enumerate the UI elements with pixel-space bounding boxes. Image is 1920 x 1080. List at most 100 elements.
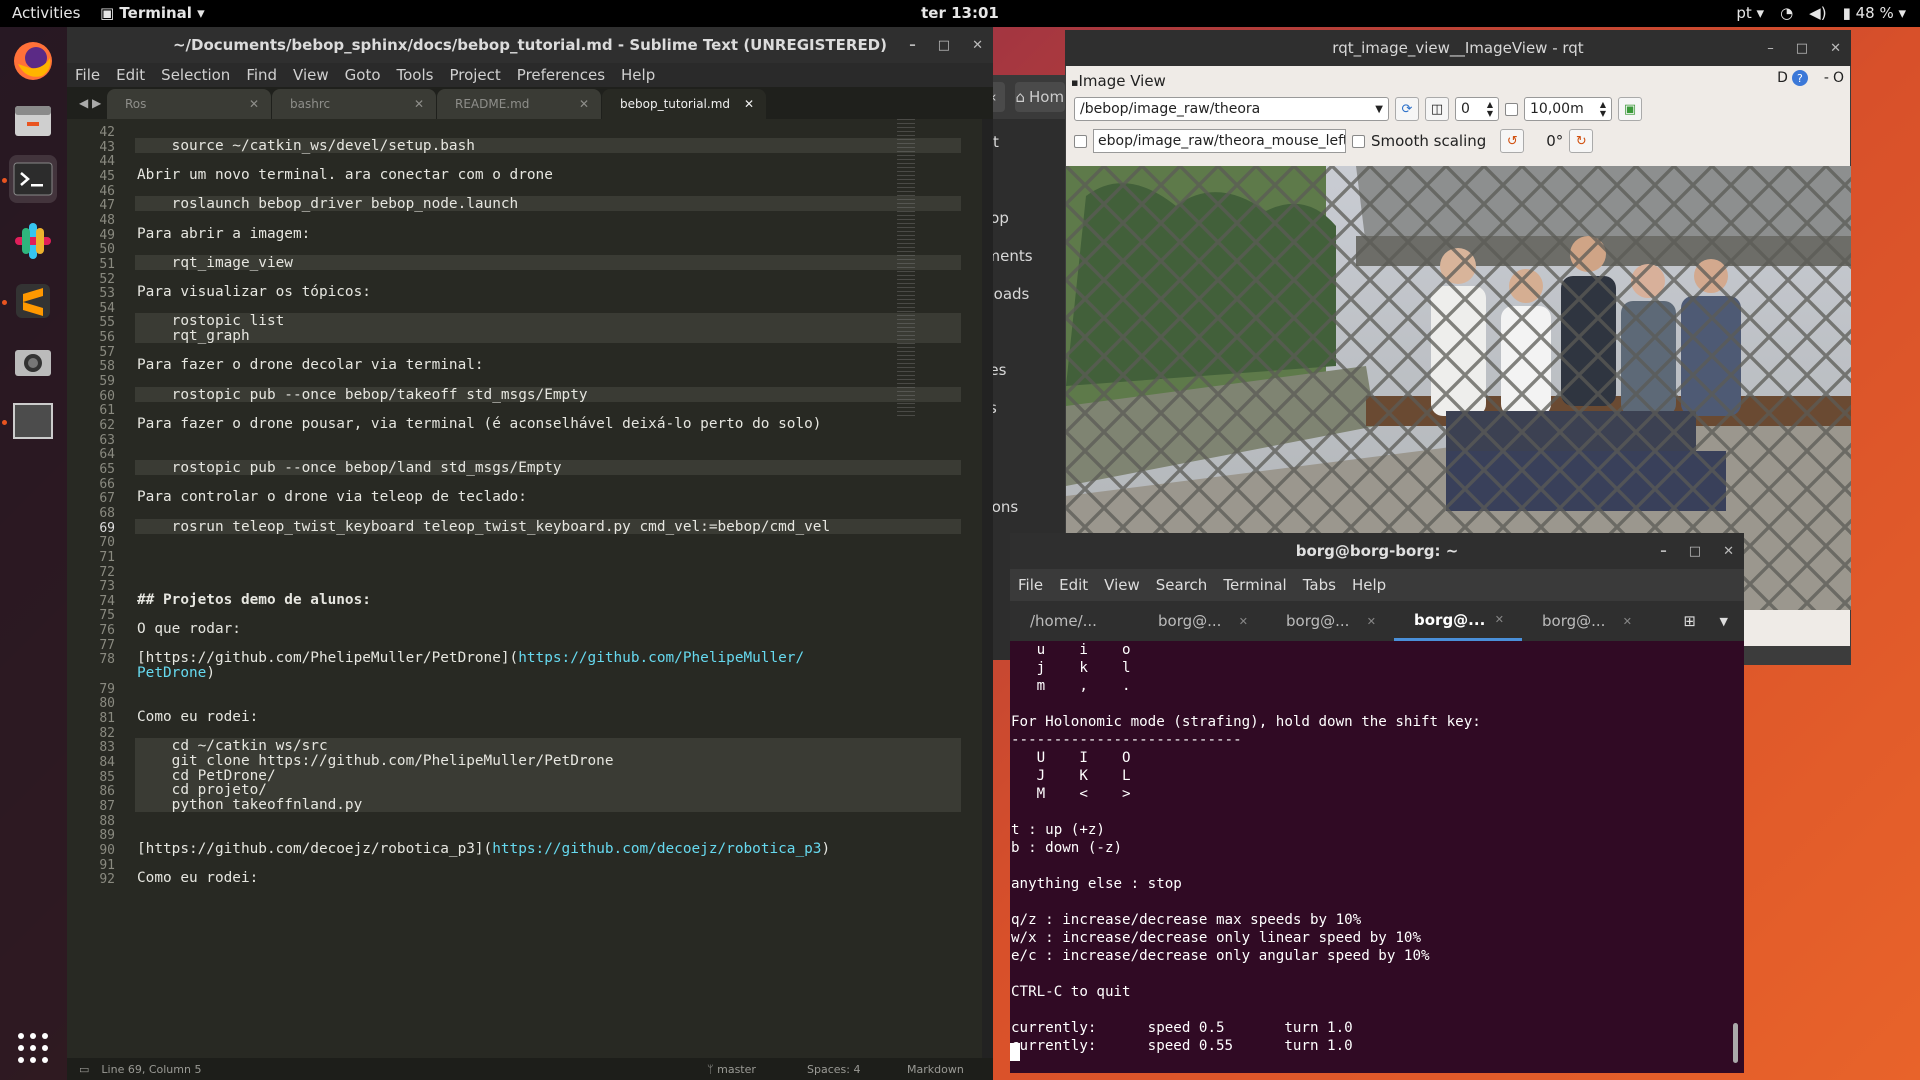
language-indicator[interactable]: pt ▾ bbox=[1736, 4, 1764, 22]
menu-file[interactable]: File bbox=[1010, 576, 1051, 594]
line-number: 83 bbox=[99, 740, 115, 756]
home-crumb[interactable]: ⌂ Hom bbox=[1014, 82, 1065, 112]
new-tab-icon[interactable]: ⊞ bbox=[1683, 612, 1696, 630]
terminal-titlebar[interactable]: borg@borg-borg: ~ – □ ✕ bbox=[1010, 533, 1744, 569]
close-icon[interactable]: ✕ bbox=[1623, 615, 1632, 628]
link-text[interactable]: PetDrone bbox=[137, 665, 206, 681]
app-menu[interactable]: ▣ Terminal ▾ bbox=[100, 4, 205, 22]
maximize-icon[interactable]: □ bbox=[1689, 544, 1701, 559]
close-panel-button[interactable]: O bbox=[1833, 70, 1844, 86]
zoom-spinbox[interactable]: 0 ▲ ▼ bbox=[1455, 97, 1499, 121]
close-icon[interactable]: ✕ bbox=[1830, 41, 1841, 56]
app-grid-icon[interactable] bbox=[9, 1024, 57, 1072]
minimap[interactable] bbox=[897, 119, 915, 419]
tab-arrows-icon[interactable]: ◀ ▶ bbox=[67, 96, 107, 110]
refresh-topics-button[interactable]: ⟳ bbox=[1395, 97, 1419, 121]
publish-click-checkbox[interactable] bbox=[1074, 134, 1087, 148]
screen-icon[interactable] bbox=[9, 397, 57, 445]
indentation[interactable]: Spaces: 4 bbox=[807, 1063, 860, 1076]
zoom-fit-button[interactable]: ◫ bbox=[1425, 97, 1449, 121]
minimize-icon[interactable]: – bbox=[1767, 41, 1774, 56]
menu-view[interactable]: View bbox=[1096, 576, 1148, 594]
close-icon[interactable]: ✕ bbox=[972, 38, 983, 53]
minimize-panel-button[interactable]: - bbox=[1824, 70, 1829, 86]
tab-ros[interactable]: Ros ✕ bbox=[107, 89, 271, 119]
close-icon[interactable]: ✕ bbox=[579, 97, 589, 111]
close-icon[interactable]: ✕ bbox=[249, 97, 259, 111]
menu-help[interactable]: Help bbox=[1344, 576, 1394, 594]
tabs-menu-icon[interactable]: ▼ bbox=[1720, 615, 1728, 628]
battery-indicator[interactable]: ▮ 48 % ▾ bbox=[1843, 4, 1906, 22]
terminal-icon[interactable] bbox=[9, 155, 57, 203]
menu-goto[interactable]: Goto bbox=[337, 66, 389, 84]
activities-button[interactable]: Activities bbox=[12, 4, 80, 22]
menu-tools[interactable]: Tools bbox=[389, 66, 442, 84]
terminal-tab[interactable]: borg@... ✕ bbox=[1394, 601, 1522, 641]
tab-bashrc[interactable]: bashrc ✕ bbox=[272, 89, 436, 119]
terminal-tabbar: /home/... borg@... ✕ borg@... ✕ borg@... ✕ borg… bbox=[1010, 601, 1744, 641]
terminal-tab[interactable]: /home/... bbox=[1010, 601, 1138, 641]
menu-project[interactable]: Project bbox=[441, 66, 508, 84]
window-title: rqt_image_view__ImageView - rqt bbox=[1332, 39, 1584, 57]
menu-find[interactable]: Find bbox=[238, 66, 285, 84]
smooth-scaling-checkbox[interactable] bbox=[1352, 134, 1365, 148]
firefox-icon[interactable] bbox=[9, 37, 57, 85]
line-text: cd PetDrone/ bbox=[137, 767, 276, 784]
menu-view[interactable]: View bbox=[285, 66, 337, 84]
topic-select[interactable]: /bebop/image_raw/theora ▼ bbox=[1074, 97, 1389, 121]
menu-preferences[interactable]: Preferences bbox=[509, 66, 613, 84]
system-tray[interactable]: pt ▾ ◔ ◀) ▮ 48 % ▾ bbox=[1736, 4, 1906, 22]
link-text[interactable]: https://github.com/decoejz/robotica_p3 bbox=[492, 841, 821, 857]
close-icon[interactable]: ✕ bbox=[1723, 544, 1734, 559]
syntax-selector[interactable]: Markdown bbox=[907, 1063, 964, 1076]
terminal-tab[interactable]: borg@... ✕ bbox=[1522, 601, 1650, 641]
tab-bebop-tutorial-md[interactable]: bebop_tutorial.md ✕ bbox=[602, 89, 766, 119]
menu-search[interactable]: Search bbox=[1148, 576, 1216, 594]
close-icon[interactable]: ✕ bbox=[744, 97, 754, 111]
minimize-icon[interactable]: – bbox=[1660, 544, 1667, 559]
terminal-tab[interactable]: borg@... ✕ bbox=[1266, 601, 1394, 641]
save-image-button[interactable]: ▣ bbox=[1618, 97, 1642, 121]
terminal-output[interactable]: u i o j k l m , . For Holonomic mode (st… bbox=[1011, 641, 1481, 1055]
menu-edit[interactable]: Edit bbox=[108, 66, 153, 84]
close-icon[interactable]: ✕ bbox=[1367, 615, 1376, 628]
camera-icon[interactable] bbox=[9, 337, 57, 385]
slack-icon[interactable] bbox=[9, 217, 57, 265]
menu-edit[interactable]: Edit bbox=[1051, 576, 1096, 594]
menu-selection[interactable]: Selection bbox=[153, 66, 238, 84]
clock[interactable]: ter 13:01 bbox=[921, 4, 999, 22]
line-text: [https://github.com/decoejz/robotica_p3]… bbox=[137, 840, 493, 857]
maximize-icon[interactable]: □ bbox=[938, 38, 950, 53]
tab-readme-md[interactable]: README.md ✕ bbox=[437, 89, 601, 119]
close-icon[interactable]: ✕ bbox=[1495, 613, 1504, 626]
dock-button[interactable]: D bbox=[1777, 70, 1788, 86]
dynamic-range-checkbox[interactable] bbox=[1505, 102, 1518, 116]
scrollbar[interactable] bbox=[982, 119, 993, 1079]
mouse-topic-input[interactable]: ebop/image_raw/theora_mouse_left bbox=[1093, 129, 1346, 153]
files-icon[interactable] bbox=[9, 97, 57, 145]
git-branch[interactable]: ᛘ master bbox=[707, 1063, 756, 1076]
menu-help[interactable]: Help bbox=[613, 66, 663, 84]
close-icon[interactable]: ✕ bbox=[414, 97, 424, 111]
panel-toggle-icon[interactable]: ▭ bbox=[79, 1063, 89, 1076]
minimize-icon[interactable]: – bbox=[909, 38, 916, 53]
rotate-left-button[interactable]: ↺ bbox=[1500, 129, 1525, 153]
wifi-icon: ◔ bbox=[1780, 4, 1794, 22]
close-icon[interactable]: ✕ bbox=[1239, 615, 1248, 628]
menu-file[interactable]: File bbox=[67, 66, 108, 84]
line-number: 79 bbox=[99, 681, 115, 697]
terminal-tab[interactable]: borg@... ✕ bbox=[1138, 601, 1266, 641]
max-range-spinbox[interactable]: 10,00m ▲ ▼ bbox=[1524, 97, 1612, 121]
sublime-titlebar[interactable]: ~/Documents/bebop_sphinx/docs/bebop_tuto… bbox=[67, 27, 993, 63]
maximize-icon[interactable]: □ bbox=[1796, 41, 1808, 56]
line-number: 50 bbox=[99, 242, 115, 258]
rotate-right-button[interactable]: ↻ bbox=[1569, 129, 1594, 153]
menu-terminal[interactable]: Terminal bbox=[1215, 576, 1294, 594]
help-icon[interactable]: ? bbox=[1791, 70, 1808, 86]
rqt-titlebar[interactable]: rqt_image_view__ImageView - rqt – □ ✕ bbox=[1065, 30, 1851, 66]
scrollbar[interactable] bbox=[1733, 1023, 1738, 1063]
menu-tabs[interactable]: Tabs bbox=[1295, 576, 1344, 594]
link-text[interactable]: https://github.com/PhelipeMuller/ bbox=[518, 650, 804, 666]
line-text: rostopic list bbox=[137, 313, 285, 330]
sublime-icon[interactable] bbox=[9, 277, 57, 325]
